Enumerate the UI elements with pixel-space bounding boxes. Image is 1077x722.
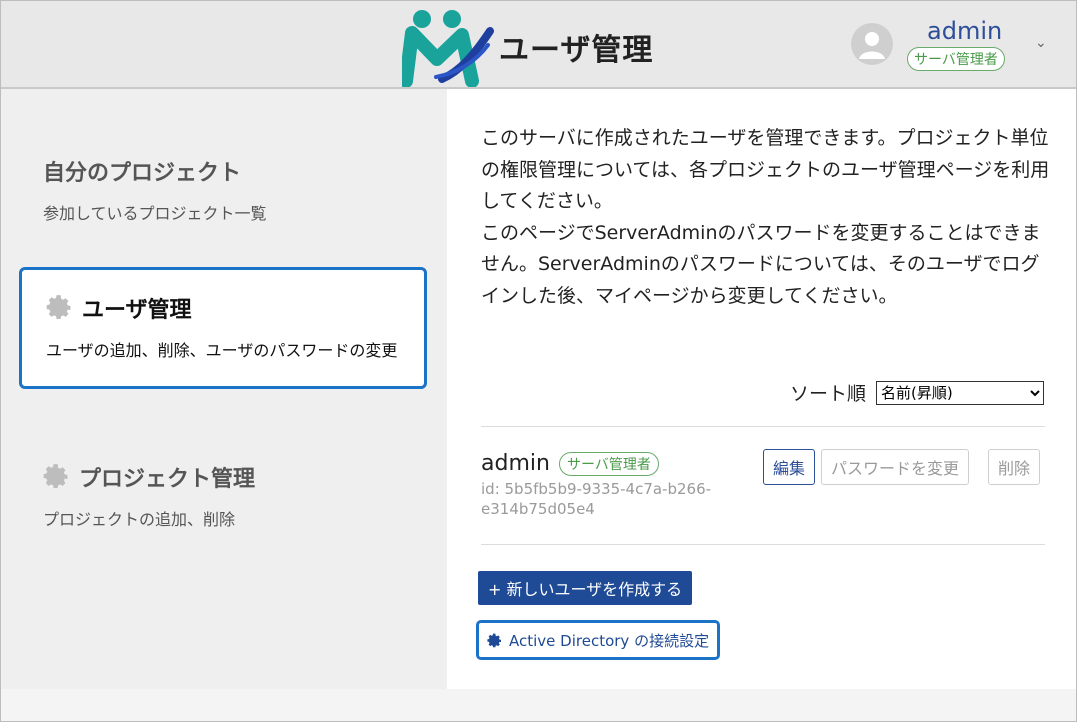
sidebar-item-desc: 参加しているプロジェクト一覧 [43, 204, 267, 223]
divider [481, 426, 1045, 427]
main-content: このサーバに作成されたユーザを管理できます。プロジェクト単位の権限管理については… [447, 89, 1076, 689]
divider [481, 544, 1045, 545]
sidebar-item-desc: ユーザの追加、削除、ユーザのパスワードの変更 [46, 341, 398, 360]
sort-label: ソート順 [789, 383, 866, 405]
active-directory-settings-button[interactable]: Active Directory の接続設定 [476, 620, 721, 660]
sidebar-item-title: 自分のプロジェクト [43, 161, 242, 186]
active-directory-label: Active Directory の接続設定 [509, 631, 710, 650]
user-role-badge: サーバ管理者 [907, 47, 1005, 71]
sidebar-item-title: プロジェクト管理 [79, 467, 256, 492]
sidebar: 自分のプロジェクト 参加しているプロジェクト一覧 ユーザ管理 ユーザの追加、削除… [1, 89, 447, 689]
footer [1, 689, 1076, 721]
delete-button[interactable]: 削除 [988, 449, 1041, 485]
page-title: ユーザ管理 [499, 33, 654, 68]
gear-icon [487, 633, 501, 647]
description-paragraph-1: このサーバに作成されたユーザを管理できます。プロジェクト単位の権限管理については… [481, 127, 1050, 212]
chevron-down-icon[interactable]: ⌄ [1035, 35, 1047, 51]
logo [402, 10, 494, 87]
sidebar-item-title-row: ユーザ管理 [46, 292, 400, 324]
sidebar-item-my-projects[interactable]: 自分のプロジェクト 参加しているプロジェクト一覧 [19, 155, 475, 227]
sidebar-item-title: ユーザ管理 [82, 298, 192, 323]
gear-icon [43, 464, 68, 488]
edit-button[interactable]: 編集 [763, 449, 816, 485]
sort-select[interactable]: 名前(昇順) [876, 381, 1044, 405]
page-description: このサーバに作成されたユーザを管理できます。プロジェクト単位の権限管理については… [481, 123, 1051, 312]
avatar[interactable] [851, 23, 893, 65]
user-row-id: id: 5b5fb5b9-9335-4c7a-b266-e314b75d05e4 [481, 480, 712, 518]
gear-icon [46, 295, 71, 319]
description-paragraph-2: このページでServerAdminのパスワードを変更することはできません。Ser… [481, 221, 1041, 307]
sidebar-item-project-management[interactable]: プロジェクト管理 プロジェクトの追加、削除 [19, 461, 475, 533]
user-name[interactable]: admin [927, 17, 1002, 45]
user-icon [859, 32, 885, 59]
sidebar-item-desc: プロジェクトの追加、削除 [43, 510, 236, 529]
create-user-button[interactable]: + 新しいユーザを作成する [478, 571, 693, 605]
header: ユーザ管理 admin サーバ管理者 ⌄ [1, 1, 1076, 89]
user-row-name: admin [481, 451, 550, 476]
sidebar-item-title-row: プロジェクト管理 [43, 461, 451, 493]
app-window: ユーザ管理 admin サーバ管理者 ⌄ 自分のプロジェクト 参加しているプロジ… [0, 0, 1077, 722]
change-password-button[interactable]: パスワードを変更 [821, 449, 970, 485]
user-row-badge: サーバ管理者 [559, 452, 659, 476]
sidebar-item-user-management[interactable]: ユーザ管理 ユーザの追加、削除、ユーザのパスワードの変更 [19, 267, 427, 389]
sort-control: ソート順 名前(昇順) [790, 379, 1044, 406]
